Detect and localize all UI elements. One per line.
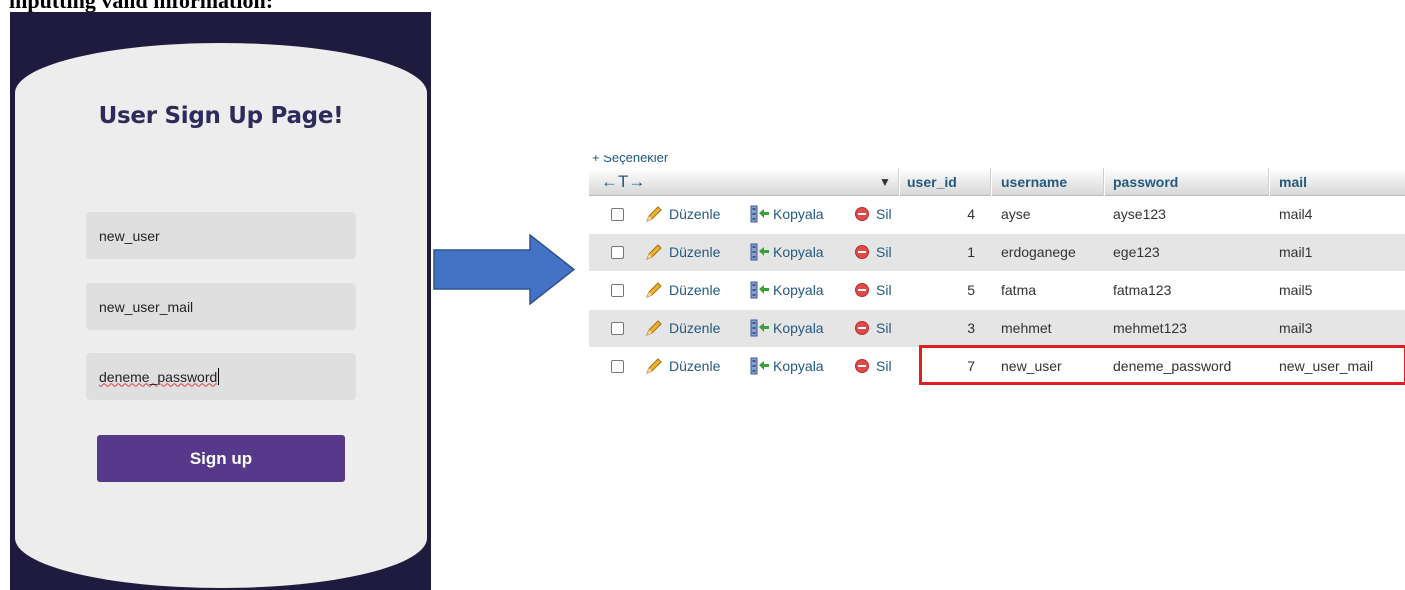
sort-down-icon[interactable]: ▼ <box>879 175 891 189</box>
column-header-username[interactable]: username <box>1001 174 1067 190</box>
table-row: Düzenle Kopyala Sil 3 mehmet mehmet123 mail3 <box>589 310 1405 347</box>
row-checkbox[interactable] <box>611 246 624 259</box>
signup-screenshot: User Sign Up Page! new_user new_user_mai… <box>10 12 431 590</box>
delete-icon[interactable] <box>855 207 869 221</box>
cell-username: ayse <box>1001 206 1031 222</box>
cell-user-id: 5 <box>967 282 975 298</box>
cell-user-id: 3 <box>967 320 975 336</box>
copy-icon[interactable] <box>750 281 770 299</box>
new-row-highlight <box>919 345 1405 385</box>
row-checkbox[interactable] <box>611 284 624 297</box>
delete-link[interactable]: Sil <box>876 320 892 336</box>
options-link[interactable]: + Seçenekler <box>592 155 668 164</box>
column-move-icon[interactable]: ←T→ <box>601 172 645 192</box>
row-checkbox[interactable] <box>611 208 624 221</box>
copy-icon[interactable] <box>750 243 770 261</box>
row-checkbox[interactable] <box>611 322 624 335</box>
cell-username: fatma <box>1001 282 1037 298</box>
copy-icon[interactable] <box>750 319 770 337</box>
password-value: deneme_password <box>99 368 218 385</box>
cell-mail: mail1 <box>1279 244 1313 260</box>
right-arrow-icon <box>433 234 575 305</box>
copy-icon[interactable] <box>750 205 770 223</box>
delete-link[interactable]: Sil <box>876 358 892 374</box>
pencil-icon[interactable] <box>644 280 664 300</box>
username-value: new_user <box>99 227 160 244</box>
copy-link[interactable]: Kopyala <box>773 320 824 336</box>
pencil-icon[interactable] <box>644 242 664 262</box>
header-divider <box>898 168 900 196</box>
text-caret <box>218 368 220 385</box>
header-divider <box>1103 168 1105 196</box>
delete-link[interactable]: Sil <box>876 206 892 222</box>
password-input[interactable]: deneme_password <box>86 353 356 400</box>
column-header-user-id[interactable]: user_id <box>907 174 957 190</box>
header-divider <box>990 168 992 196</box>
edit-link[interactable]: Düzenle <box>669 282 720 298</box>
header-divider <box>1268 168 1270 196</box>
email-value: new_user_mail <box>99 298 194 315</box>
cell-password: fatma123 <box>1113 282 1172 298</box>
table-row: Düzenle Kopyala Sil 5 fatma fatma123 mail5 <box>589 272 1405 309</box>
cell-mail: mail5 <box>1279 282 1313 298</box>
username-input[interactable]: new_user <box>86 212 356 259</box>
cell-username: erdoganege <box>1001 244 1076 260</box>
pencil-icon[interactable] <box>644 318 664 338</box>
cell-password: ayse123 <box>1113 206 1166 222</box>
copy-link[interactable]: Kopyala <box>773 206 824 222</box>
copy-icon[interactable] <box>750 357 770 375</box>
delete-icon[interactable] <box>855 359 869 373</box>
edit-link[interactable]: Düzenle <box>669 244 720 260</box>
column-header-mail[interactable]: mail <box>1279 174 1307 190</box>
copy-link[interactable]: Kopyala <box>773 282 824 298</box>
column-header-password[interactable]: password <box>1113 174 1178 190</box>
delete-icon[interactable] <box>855 245 869 259</box>
edit-link[interactable]: Düzenle <box>669 358 720 374</box>
cell-username: mehmet <box>1001 320 1052 336</box>
delete-icon[interactable] <box>855 283 869 297</box>
delete-link[interactable]: Sil <box>876 282 892 298</box>
table-row: Düzenle Kopyala Sil 1 erdoganege ege123 mail1 <box>589 234 1405 271</box>
cell-mail: mail3 <box>1279 320 1313 336</box>
copy-link[interactable]: Kopyala <box>773 244 824 260</box>
sign-up-button[interactable]: Sign up <box>97 435 345 482</box>
signup-title: User Sign Up Page! <box>98 103 344 129</box>
copy-link[interactable]: Kopyala <box>773 358 824 374</box>
delete-link[interactable]: Sil <box>876 244 892 260</box>
cell-password: mehmet123 <box>1113 320 1187 336</box>
cell-user-id: 1 <box>967 244 975 260</box>
edit-link[interactable]: Düzenle <box>669 320 720 336</box>
cell-user-id: 4 <box>967 206 975 222</box>
pencil-icon[interactable] <box>644 204 664 224</box>
table-row: Düzenle Kopyala Sil 4 ayse ayse123 mail4 <box>589 196 1405 233</box>
email-input[interactable]: new_user_mail <box>86 283 356 330</box>
pencil-icon[interactable] <box>644 356 664 376</box>
row-checkbox[interactable] <box>611 360 624 373</box>
cell-mail: mail4 <box>1279 206 1313 222</box>
delete-icon[interactable] <box>855 321 869 335</box>
edit-link[interactable]: Düzenle <box>669 206 720 222</box>
signup-card: User Sign Up Page! new_user new_user_mai… <box>15 43 427 588</box>
table-header: ←T→ ▼ user_id username password mail <box>589 168 1405 196</box>
cell-password: ege123 <box>1113 244 1160 260</box>
